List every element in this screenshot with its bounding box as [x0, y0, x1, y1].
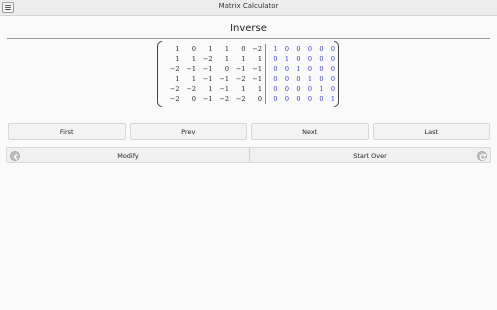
back-arrow-icon[interactable] [10, 151, 20, 161]
left-cell: −1 [202, 65, 213, 73]
right-cell: 0 [319, 65, 324, 73]
left-cell: 1 [257, 85, 262, 93]
right-cell: 0 [273, 75, 278, 83]
left-cell: 1 [175, 75, 180, 83]
page-title: Inverse [230, 23, 267, 34]
action-bar: Modify Start Over [6, 147, 491, 163]
right-cell: 0 [296, 75, 301, 83]
left-cell: 1 [175, 45, 180, 53]
left-cell: 1 [208, 45, 213, 53]
step-navigation: First Prev Next Last [8, 123, 490, 140]
left-cell: 1 [208, 85, 213, 93]
right-cell: 0 [284, 95, 289, 103]
right-cell: 0 [319, 95, 324, 103]
right-cell: 0 [307, 95, 312, 103]
right-cell: 1 [307, 75, 312, 83]
left-cell: −1 [235, 65, 246, 73]
left-cell: −2 [169, 85, 180, 93]
refresh-icon[interactable] [477, 151, 487, 161]
right-cell: 0 [307, 45, 312, 53]
left-cell: −2 [252, 45, 262, 53]
right-cell: 0 [307, 65, 312, 73]
right-cell: 0 [319, 55, 324, 63]
left-cell: −1 [219, 85, 229, 93]
left-cell: −2 [235, 75, 246, 83]
right-cell: 0 [319, 75, 324, 83]
left-cell: −1 [219, 75, 229, 83]
right-bracket [334, 41, 339, 107]
left-cell: 1 [241, 55, 246, 63]
right-cell: 0 [273, 85, 278, 93]
left-cell: −2 [186, 85, 196, 93]
left-cell: 1 [224, 45, 229, 53]
right-cell: 1 [273, 45, 278, 53]
left-cell: 1 [241, 85, 246, 93]
right-cell: 0 [284, 75, 289, 83]
left-cell: −1 [186, 65, 196, 73]
left-cell: 1 [191, 75, 196, 83]
window-title: Matrix Calculator [218, 2, 279, 10]
right-cell: 0 [273, 95, 278, 103]
right-cell: 0 [296, 45, 301, 53]
right-cell: 1 [319, 85, 324, 93]
right-cell: 0 [273, 55, 278, 63]
augment-separator [265, 44, 266, 104]
left-cell: 0 [257, 95, 262, 103]
title-divider [7, 38, 490, 39]
right-cell: 0 [284, 65, 289, 73]
left-cell: −1 [252, 65, 262, 73]
left-cell: −2 [219, 95, 229, 103]
right-cell: 0 [284, 45, 289, 53]
right-cell: 0 [296, 85, 301, 93]
right-cell: 0 [284, 85, 289, 93]
right-cell: 0 [273, 65, 278, 73]
left-cell: −2 [202, 55, 213, 63]
left-cell: −2 [169, 95, 180, 103]
left-cell: 1 [257, 55, 262, 63]
right-cell: 0 [296, 95, 301, 103]
matrix-left-block: 1 0 1 1 0 −2 1 1 −2 1 1 1 −2 −1 −1 0 −1 −1 1 1 −1 −1 −2 −1 −2 −2 1… [164, 44, 263, 104]
right-cell: 0 [319, 45, 324, 53]
last-button[interactable]: Last [372, 123, 490, 140]
next-button[interactable]: Next [251, 123, 369, 140]
title-bar: Matrix Calculator [0, 0, 497, 16]
left-cell: −1 [202, 75, 213, 83]
left-cell: −1 [202, 95, 213, 103]
left-bracket [157, 41, 162, 107]
augmented-matrix: 1 0 1 1 0 −2 1 1 −2 1 1 1 −2 −1 −1 0 −1 −1 1 1 −1 −1 −2 −1 −2 −2 1… [157, 41, 339, 107]
left-cell: −1 [252, 75, 262, 83]
start-over-button[interactable]: Start Over [250, 148, 490, 164]
right-cell: 1 [296, 65, 301, 73]
left-cell: 0 [224, 65, 229, 73]
matrix-right-block: 100000010000001000000100000010000001 [267, 44, 336, 104]
right-cell: 1 [284, 55, 289, 63]
right-cell: 0 [296, 55, 301, 63]
right-cell: 0 [307, 55, 312, 63]
left-cell: 0 [191, 45, 196, 53]
left-cell: 0 [241, 45, 246, 53]
modify-button[interactable]: Modify [7, 148, 249, 164]
left-cell: 0 [191, 95, 196, 103]
left-cell: 1 [175, 55, 180, 63]
left-cell: 1 [224, 55, 229, 63]
prev-button[interactable]: Prev [129, 123, 247, 140]
right-cell: 0 [307, 85, 312, 93]
first-button[interactable]: First [8, 123, 126, 140]
left-cell: −2 [169, 65, 180, 73]
left-cell: −2 [235, 95, 246, 103]
left-cell: 1 [191, 55, 196, 63]
